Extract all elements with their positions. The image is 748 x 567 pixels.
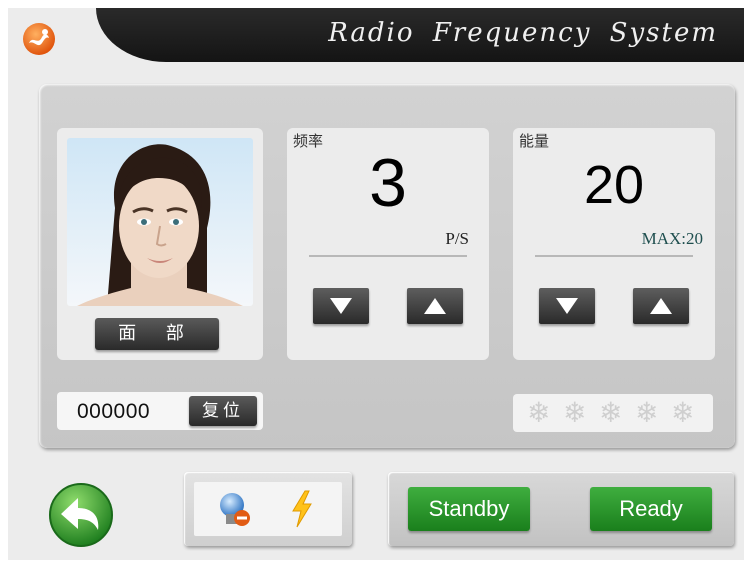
status-panel xyxy=(184,472,352,546)
face-photo xyxy=(67,138,253,306)
app-screen: Radio Frequency System 面 部 频率 3 P/S 能量 2… xyxy=(8,8,744,560)
orange-logo-icon xyxy=(23,23,55,55)
frequency-decrease-button[interactable] xyxy=(313,288,369,324)
cooling-indicator: ❄ ❄ ❄ ❄ ❄ xyxy=(513,394,713,432)
energy-max: MAX:20 xyxy=(641,229,703,248)
frequency-increase-button[interactable] xyxy=(407,288,463,324)
standby-button[interactable]: Standby xyxy=(408,487,530,531)
frequency-card: 频率 3 P/S xyxy=(287,128,489,360)
energy-value: 20 xyxy=(583,155,645,215)
up-arrow-icon xyxy=(424,298,446,314)
app-title: Radio Frequency System xyxy=(328,18,718,48)
lightning-icon xyxy=(292,490,312,528)
frequency-unit: P/S xyxy=(445,229,469,248)
snowflake-icon: ❄ xyxy=(599,396,623,429)
energy-decrease-button[interactable] xyxy=(539,288,595,324)
status-inner xyxy=(194,482,342,536)
frequency-divider xyxy=(309,255,467,257)
down-arrow-icon xyxy=(556,298,578,314)
snowflake-icon: ❄ xyxy=(563,396,587,429)
snowflake-icon: ❄ xyxy=(671,396,695,429)
ready-button[interactable]: Ready xyxy=(590,487,712,531)
main-panel: 面 部 频率 3 P/S 能量 20 MAX:20 000000 复位 ❄ ❄ … xyxy=(39,84,735,448)
treatment-area-card: 面 部 xyxy=(57,128,263,360)
counter-value: 000000 xyxy=(77,400,151,423)
reset-button[interactable]: 复位 xyxy=(189,396,257,426)
frequency-value: 3 xyxy=(369,145,407,221)
header: Radio Frequency System xyxy=(8,8,744,70)
energy-increase-button[interactable] xyxy=(633,288,689,324)
energy-divider xyxy=(535,255,693,257)
bulb-warning-icon xyxy=(220,493,250,526)
snowflake-icon: ❄ xyxy=(635,396,659,429)
energy-label: 能量 xyxy=(519,132,550,150)
energy-card: 能量 20 MAX:20 xyxy=(513,128,715,360)
down-arrow-icon xyxy=(330,298,352,314)
shot-counter: 000000 复位 xyxy=(57,392,263,430)
header-banner: Radio Frequency System xyxy=(96,8,744,62)
back-arrow-icon[interactable] xyxy=(48,482,114,548)
up-arrow-icon xyxy=(650,298,672,314)
face-area-button[interactable]: 面 部 xyxy=(95,318,219,350)
mode-panel: Standby Ready xyxy=(388,472,734,546)
snowflake-icon: ❄ xyxy=(527,396,551,429)
face-illustration xyxy=(77,144,243,306)
